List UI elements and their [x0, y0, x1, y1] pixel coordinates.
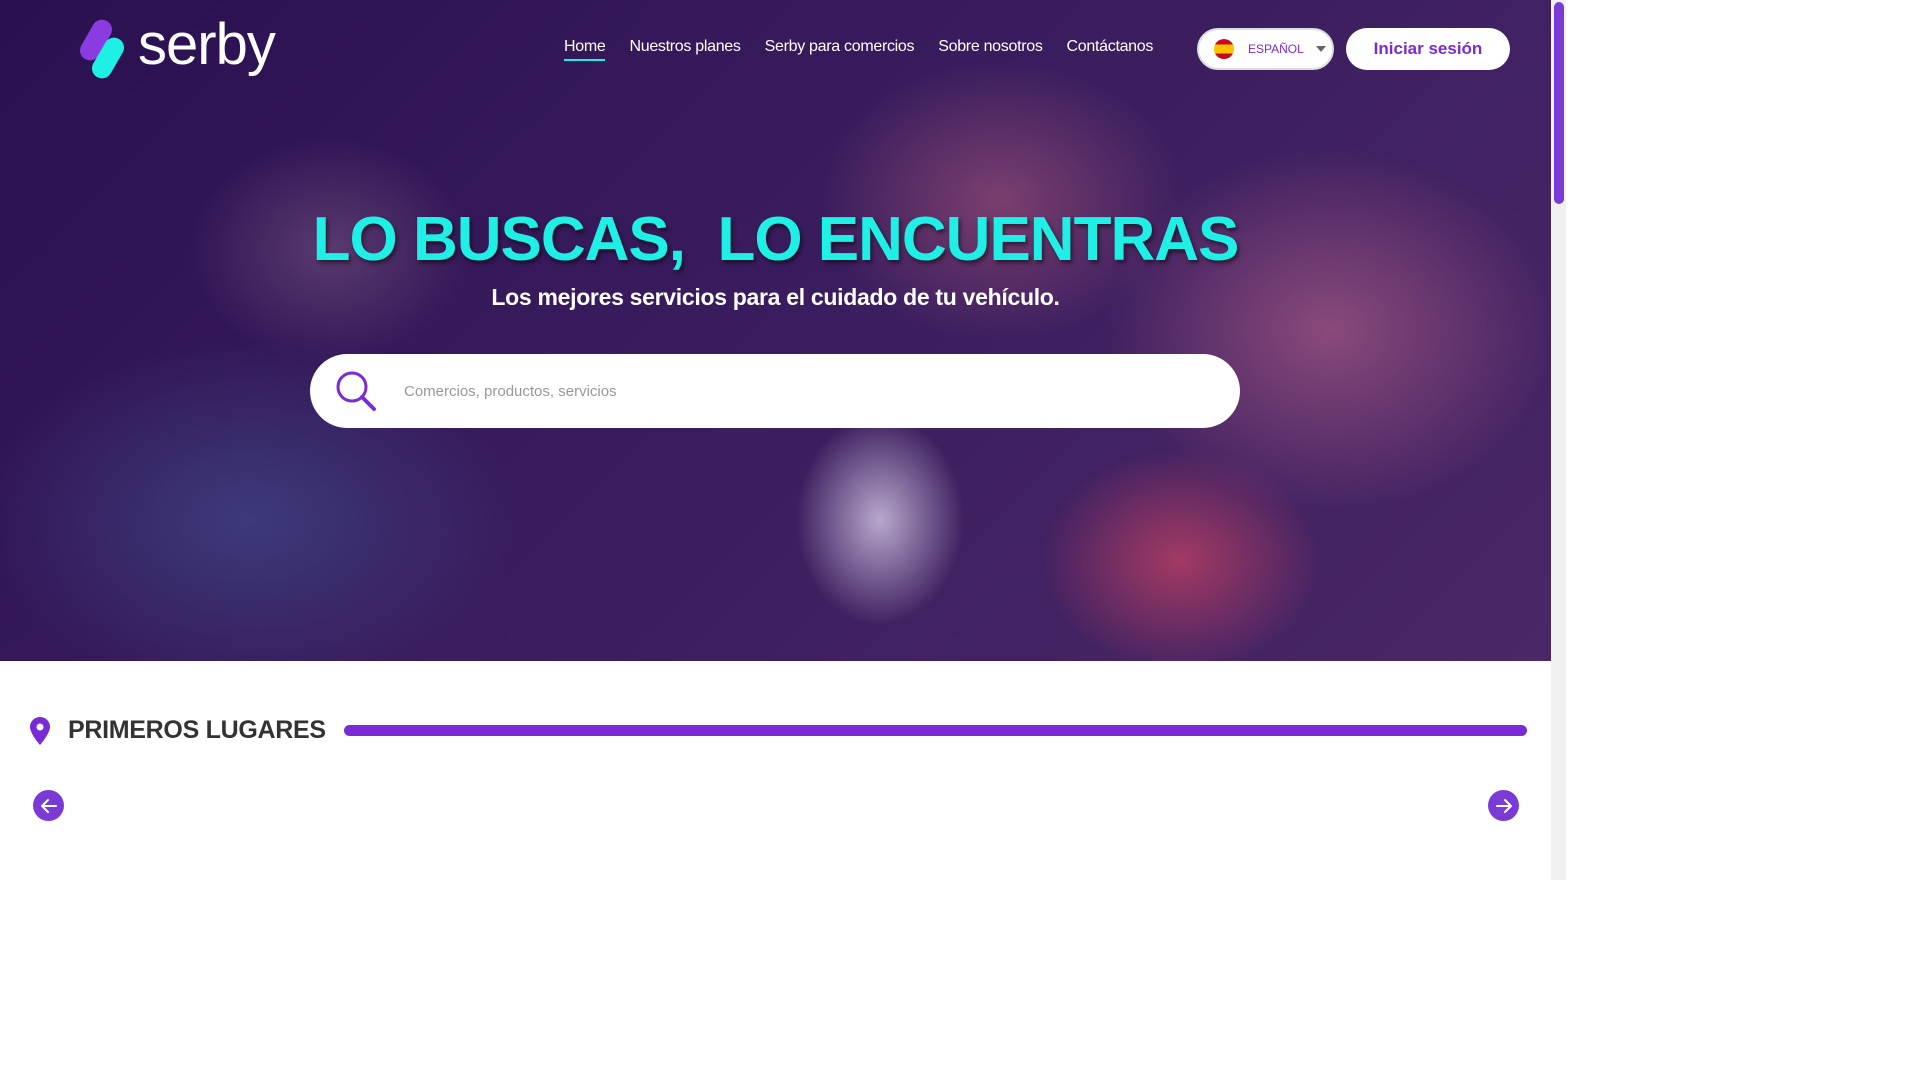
hero-subtitle: Los mejores servicios para el cuidado de… — [491, 284, 1060, 310]
carousel-prev-button[interactable] — [33, 790, 64, 821]
chevron-down-icon — [1315, 46, 1326, 52]
nav-comercios[interactable]: Serby para comercios — [765, 38, 915, 61]
carousel-next-button[interactable] — [1488, 790, 1519, 821]
arrow-right-icon — [1495, 798, 1512, 813]
logo[interactable]: serby — [76, 12, 276, 83]
location-pin-icon — [30, 716, 50, 745]
section-divider — [343, 725, 1527, 736]
nav-home[interactable]: Home — [564, 38, 606, 61]
arrow-left-icon — [40, 798, 57, 813]
nav-nosotros[interactable]: Sobre nosotros — [938, 38, 1043, 61]
nav-contacto[interactable]: Contáctanos — [1067, 38, 1154, 61]
hero-banner: serby Home Nuestros planes Serby para co… — [0, 0, 1551, 661]
logo-text: serby — [138, 12, 276, 77]
nav-planes[interactable]: Nuestros planes — [629, 38, 740, 61]
spain-flag-icon — [1214, 39, 1234, 59]
section-header: PRIMEROS LUGARES — [30, 716, 1527, 745]
logo-mark-icon — [76, 15, 128, 83]
search-icon[interactable] — [334, 369, 378, 413]
section-title: PRIMEROS LUGARES — [68, 716, 326, 744]
search-input[interactable] — [404, 382, 1184, 400]
language-label: ESPAÑOL — [1248, 42, 1304, 56]
scrollbar[interactable] — [1551, 0, 1566, 880]
main-nav: Home Nuestros planes Serby para comercio… — [564, 38, 1153, 61]
language-select[interactable]: ESPAÑOL — [1197, 28, 1334, 70]
scrollbar-thumb[interactable] — [1554, 2, 1564, 204]
hero-title: LO BUSCAS, LO ENCUENTRAS — [312, 205, 1240, 274]
search-bar — [310, 354, 1240, 428]
login-button[interactable]: Iniciar sesión — [1346, 28, 1510, 70]
